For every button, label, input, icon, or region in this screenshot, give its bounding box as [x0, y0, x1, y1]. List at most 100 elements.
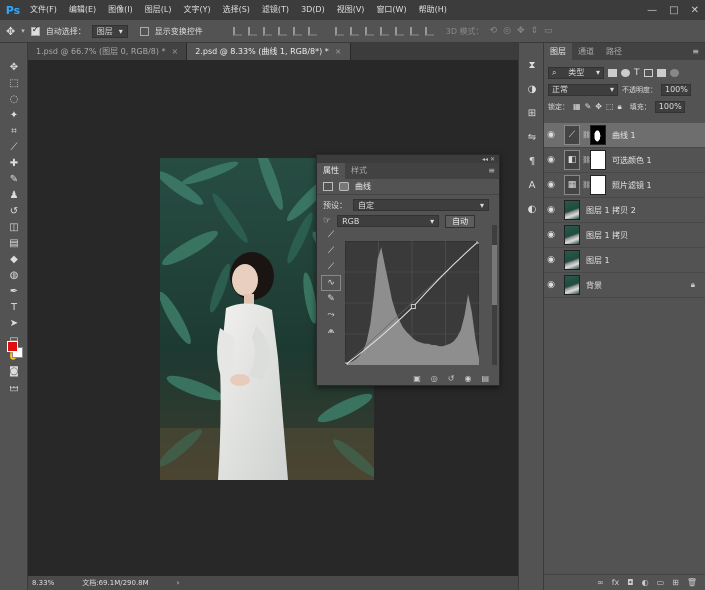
layer-mask-thumbnail[interactable] [590, 150, 606, 170]
quick-mask-icon[interactable]: ◙ [0, 363, 28, 379]
opacity-input[interactable]: 100% [661, 83, 691, 96]
layer-thumbnail[interactable] [564, 225, 580, 245]
lock-image-icon[interactable]: ✎ [585, 102, 592, 111]
menu-file[interactable]: 文件(F) [24, 0, 63, 20]
distribute-bottom-icon[interactable] [364, 26, 374, 36]
layer-thumbnail[interactable] [564, 250, 580, 270]
type-tool-icon[interactable]: T [0, 299, 28, 315]
panel-menu-icon[interactable]: ≡ [488, 166, 495, 175]
crop-tool-icon[interactable]: ⌗ [0, 123, 28, 139]
link-layers-icon[interactable]: ∞ [597, 578, 604, 587]
layer-name[interactable]: 曲线 1 [612, 130, 636, 141]
foreground-color-swatch[interactable] [7, 341, 18, 352]
layer-name[interactable]: 可选颜色 1 [612, 155, 652, 166]
properties-panel-titlebar[interactable]: ◂◂ ✕ [317, 155, 499, 163]
screen-mode-icon[interactable]: ▭ [0, 381, 28, 397]
tool-preset-dropdown-icon[interactable]: ▾ [21, 27, 25, 35]
gradient-tool-icon[interactable]: ▤ [0, 235, 28, 251]
3d-scale-icon[interactable]: ▭ [544, 26, 553, 36]
dodge-tool-icon[interactable]: ◍ [0, 267, 28, 283]
visibility-eye-icon[interactable]: ◉ [544, 130, 558, 140]
distribute-right-icon[interactable] [409, 26, 419, 36]
magic-wand-tool-icon[interactable]: ✦ [0, 107, 28, 123]
tab-layers[interactable]: 图层 [544, 43, 572, 60]
auto-button[interactable]: 自动 [445, 214, 476, 228]
filter-adjustment-icon[interactable] [621, 68, 630, 77]
layer-row[interactable]: ◉ 背景 🔒︎ [544, 273, 705, 298]
menu-view[interactable]: 视图(V) [331, 0, 371, 20]
clipping-warning-icon[interactable]: ⩕ [321, 323, 341, 339]
filter-type-icon[interactable]: T [634, 68, 640, 78]
tab-paths[interactable]: 路径 [600, 43, 628, 60]
tab-styles[interactable]: 样式 [345, 163, 373, 179]
link-icon[interactable]: ⛓ [582, 181, 591, 189]
menu-layer[interactable]: 图层(L) [139, 0, 178, 20]
layer-mask-thumbnail[interactable] [590, 125, 606, 145]
visibility-icon[interactable]: ◉ [464, 374, 471, 383]
lasso-tool-icon[interactable]: ◌ [0, 91, 28, 107]
tab-close-icon[interactable]: × [335, 47, 342, 56]
3d-slide-icon[interactable]: ⇕ [531, 26, 539, 36]
tab-document-1[interactable]: 1.psd @ 66.7% (图层 0, RGB/8) * × [28, 43, 188, 60]
reset-icon[interactable]: ↺ [448, 374, 455, 383]
preset-dropdown[interactable]: 自定 ▾ [353, 199, 489, 211]
auto-select-checkbox[interactable] [30, 25, 40, 36]
menu-help[interactable]: 帮助(H) [413, 0, 453, 20]
layer-row[interactable]: ◉ ▦ ⛓ 照片滤镜 1 [544, 173, 705, 198]
add-mask-icon[interactable]: ◘ [627, 578, 633, 587]
channel-dropdown[interactable]: RGB ▾ [337, 215, 440, 227]
distribute-left-icon[interactable] [379, 26, 389, 36]
menu-filter[interactable]: 滤镜(T) [256, 0, 295, 20]
eraser-tool-icon[interactable]: ◫ [0, 219, 28, 235]
blend-mode-dropdown[interactable]: 正常 ▾ [548, 83, 618, 96]
delete-adjustment-icon[interactable]: ▤ [481, 374, 489, 383]
move-tool-icon[interactable]: ✥ [0, 59, 28, 75]
layer-mask-thumbnail[interactable] [590, 175, 606, 195]
brush-tool-icon[interactable]: ✎ [0, 171, 28, 187]
visibility-eye-icon[interactable]: ◉ [544, 180, 558, 190]
layer-name[interactable]: 背景 [586, 280, 602, 291]
healing-brush-tool-icon[interactable]: ✚ [0, 155, 28, 171]
target-adjust-icon[interactable]: ☞ [323, 216, 331, 226]
auto-select-dropdown[interactable]: 图层 ▾ [91, 24, 128, 38]
filter-toggle-icon[interactable] [669, 68, 679, 77]
properties-panel-icon[interactable]: ⊞ [519, 101, 545, 125]
black-point-eyedropper-icon[interactable]: ⟋ [321, 227, 341, 243]
visibility-eye-icon[interactable]: ◉ [544, 155, 558, 165]
move-tool-icon[interactable]: ✥ [6, 25, 15, 38]
styles-panel-icon[interactable]: ◐ [519, 197, 545, 221]
lock-artboard-icon[interactable]: ⬚ [606, 102, 614, 111]
collapse-close-icon[interactable]: ◂◂ ✕ [482, 156, 495, 163]
mask-icon[interactable] [339, 182, 349, 191]
link-icon[interactable]: ⛓ [582, 156, 591, 164]
align-top-icon[interactable] [232, 26, 242, 36]
curves-icon[interactable]: ⟋ [564, 125, 580, 145]
curves-adjustment-icon[interactable] [323, 182, 333, 191]
layer-name[interactable]: 图层 1 [586, 255, 610, 266]
filter-pixel-icon[interactable] [608, 68, 617, 77]
align-left-icon[interactable] [277, 26, 287, 36]
distribute-top-icon[interactable] [334, 26, 344, 36]
blur-tool-icon[interactable]: ◆ [0, 251, 28, 267]
lock-transparent-icon[interactable]: ▦ [573, 102, 581, 111]
curve-control-point[interactable] [476, 241, 479, 244]
distribute-vcenter-icon[interactable] [349, 26, 359, 36]
stamp-tool-icon[interactable]: ♟ [0, 187, 28, 203]
status-menu-arrow-icon[interactable]: › [177, 579, 180, 587]
menu-edit[interactable]: 编辑(E) [63, 0, 102, 20]
libraries-panel-icon[interactable]: ⇋ [519, 125, 545, 149]
marquee-tool-icon[interactable]: ⬚ [0, 75, 28, 91]
lock-position-icon[interactable]: ✥ [595, 102, 602, 111]
show-transform-checkbox[interactable] [139, 26, 149, 36]
zoom-level[interactable]: 8.33% [32, 579, 54, 587]
character-panel-icon[interactable]: A [519, 173, 545, 197]
menu-window[interactable]: 窗口(W) [370, 0, 412, 20]
visibility-eye-icon[interactable]: ◉ [544, 255, 558, 265]
minimize-icon[interactable]: — [647, 5, 657, 16]
selective-color-icon[interactable]: ◧ [564, 150, 580, 170]
history-panel-icon[interactable]: ⧗ [519, 53, 545, 77]
filter-shape-icon[interactable] [643, 68, 653, 77]
layer-row[interactable]: ◉ 图层 1 拷贝 [544, 223, 705, 248]
align-right-icon[interactable] [307, 26, 317, 36]
fill-input[interactable]: 100% [654, 100, 685, 113]
